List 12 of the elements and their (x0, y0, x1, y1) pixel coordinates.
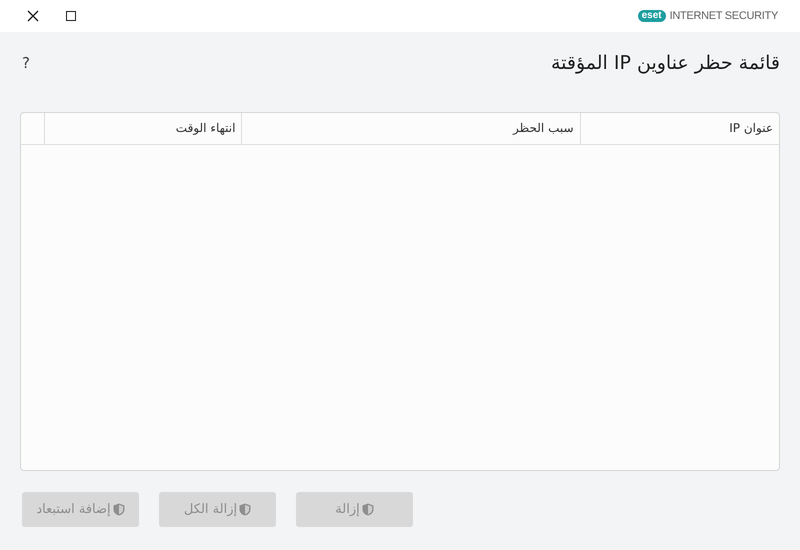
product-name: INTERNET SECURITY (670, 10, 778, 22)
close-icon[interactable] (27, 10, 39, 22)
shield-icon (112, 503, 125, 516)
page-title: قائمة حظر عناوين IP المؤقتة (550, 52, 780, 74)
maximize-icon[interactable] (66, 11, 76, 21)
shield-icon (362, 503, 374, 516)
help-button[interactable]: ? (22, 54, 30, 72)
column-header[interactable]: انتهاء الوقت (44, 113, 242, 144)
column-header[interactable]: عنوان IP (580, 113, 779, 144)
logo: eset (638, 10, 666, 22)
shield-icon (239, 503, 252, 516)
column-header[interactable]: سبب الحظر (241, 113, 580, 144)
